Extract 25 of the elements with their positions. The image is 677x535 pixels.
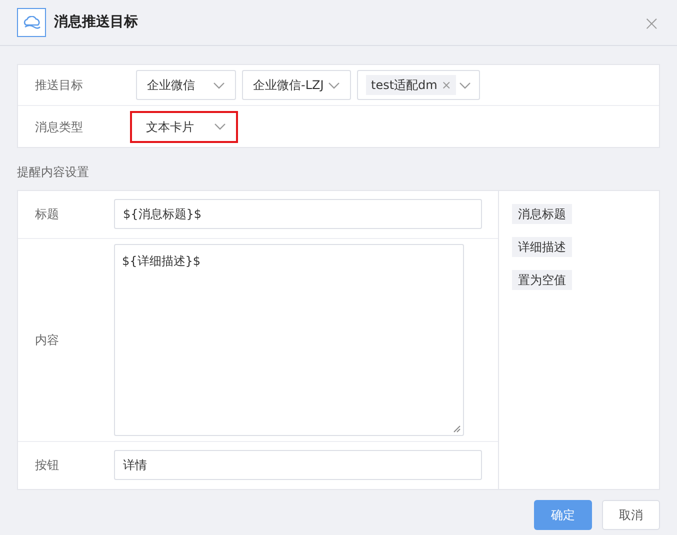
tag-select-field[interactable]: test适配dm ×	[357, 70, 480, 100]
dialog-title: 消息推送目标	[54, 13, 138, 32]
text-input-field[interactable]: ${消息标题}$	[114, 199, 482, 230]
select-field[interactable]: 企业微信-LZJ	[242, 70, 351, 100]
select-field[interactable]: 文本卡片	[130, 110, 238, 142]
insert-variable-button[interactable]: 详细描述	[512, 237, 572, 257]
section-title: 提醒内容设置	[17, 164, 90, 181]
field-label: 标题	[35, 206, 60, 224]
resize-handle-icon[interactable]	[453, 424, 461, 432]
chevron-down-icon	[214, 123, 226, 130]
selected-tag: test适配dm ×	[366, 75, 456, 95]
text-input-field[interactable]: 详情	[114, 450, 482, 480]
content-textarea[interactable]: ${详细描述}$	[114, 244, 464, 436]
insert-variable-button[interactable]: 置为空值	[512, 270, 572, 290]
app-icon	[17, 8, 46, 37]
field-label: 内容	[35, 332, 60, 348]
field-label: 按钮	[35, 457, 60, 474]
select-field[interactable]: 企业微信	[136, 70, 236, 100]
chevron-down-icon	[459, 82, 471, 88]
field-label: 消息类型	[35, 118, 84, 136]
insert-variable-button[interactable]: 消息标题	[512, 204, 572, 224]
cancel-button[interactable]: 取消	[602, 500, 660, 530]
chevron-down-icon	[213, 82, 225, 88]
chevron-down-icon	[328, 82, 340, 88]
field-label: 推送目标	[35, 77, 84, 94]
